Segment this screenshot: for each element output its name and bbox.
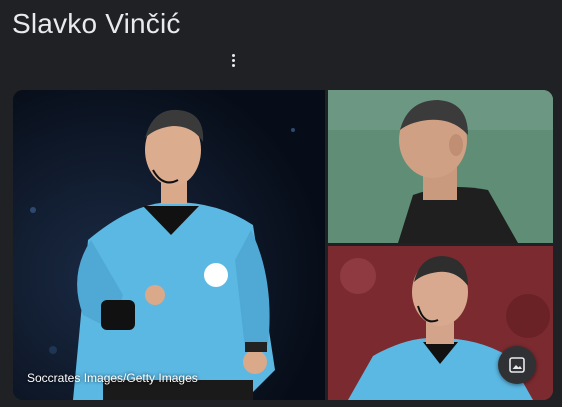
image-icon	[509, 357, 525, 373]
referee-photo-profile	[328, 90, 553, 243]
more-vert-icon	[231, 53, 235, 57]
view-images-button[interactable]	[498, 346, 536, 384]
referee-photo-main	[13, 90, 325, 400]
image-credit: Soccrates Images/Getty Images	[27, 371, 198, 385]
more-options-button[interactable]	[223, 49, 243, 71]
page-title: Slavko Vinčić	[12, 8, 181, 39]
image-gallery: Soccrates Images/Getty Images	[13, 90, 553, 400]
main-image[interactable]: Soccrates Images/Getty Images	[13, 90, 325, 400]
top-right-image[interactable]	[328, 90, 553, 243]
page-subtitle	[13, 52, 23, 68]
more-vert-icon-dot	[231, 63, 235, 67]
knowledge-panel: Slavko Vinčić Soccrates Images/Getty Ima…	[0, 0, 562, 407]
more-vert-icon-dot	[231, 58, 235, 62]
